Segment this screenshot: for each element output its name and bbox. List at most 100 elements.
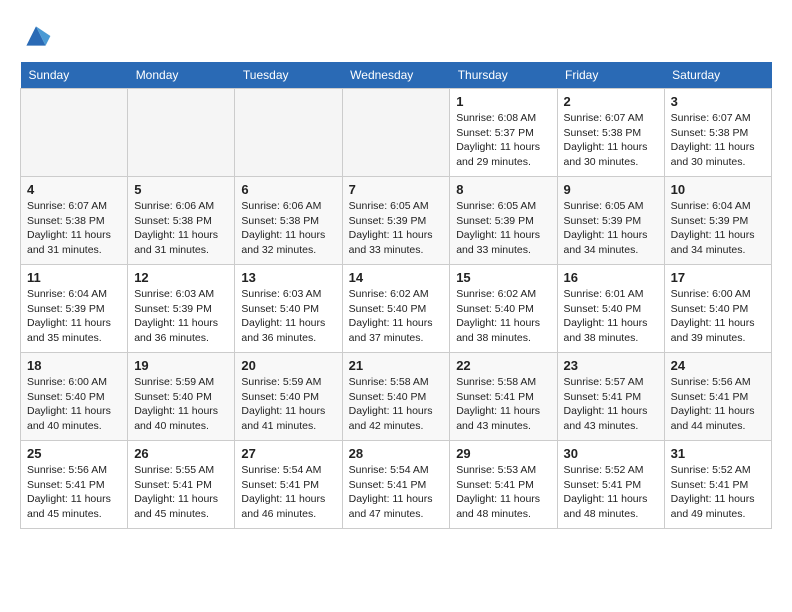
day-cell: 25 Sunrise: 5:56 AMSunset: 5:41 PMDayligh… xyxy=(21,441,128,529)
day-info: Sunrise: 5:52 AMSunset: 5:41 PMDaylight:… xyxy=(671,463,765,522)
day-cell: 26 Sunrise: 5:55 AMSunset: 5:41 PMDayligh… xyxy=(128,441,235,529)
day-info: Sunrise: 6:04 AMSunset: 5:39 PMDaylight:… xyxy=(671,199,765,258)
day-info: Sunrise: 6:00 AMSunset: 5:40 PMDaylight:… xyxy=(27,375,121,434)
day-cell: 11Sunrise: 6:04 AMSunset: 5:39 PMDayligh… xyxy=(21,265,128,353)
day-number: 18 xyxy=(27,358,121,373)
day-info: Sunrise: 6:03 AMSunset: 5:40 PMDaylight:… xyxy=(241,287,335,346)
day-info: Sunrise: 5:53 AMSunset: 5:41 PMDaylight:… xyxy=(456,463,550,522)
col-header-thursday: Thursday xyxy=(450,62,557,89)
day-cell: 8 Sunrise: 6:05 AMSunset: 5:39 PMDaylight… xyxy=(450,177,557,265)
day-number: 7 xyxy=(349,182,444,197)
day-info: Sunrise: 5:58 AMSunset: 5:40 PMDaylight:… xyxy=(349,375,444,434)
week-row-2: 4 Sunrise: 6:07 AMSunset: 5:38 PMDaylight… xyxy=(21,177,772,265)
day-number: 4 xyxy=(27,182,121,197)
day-info: Sunrise: 6:07 AMSunset: 5:38 PMDaylight:… xyxy=(564,111,658,170)
day-cell: 4 Sunrise: 6:07 AMSunset: 5:38 PMDaylight… xyxy=(21,177,128,265)
day-cell: 29 Sunrise: 5:53 AMSunset: 5:41 PMDayligh… xyxy=(450,441,557,529)
day-cell: 21 Sunrise: 5:58 AMSunset: 5:40 PMDayligh… xyxy=(342,353,450,441)
day-number: 3 xyxy=(671,94,765,109)
day-info: Sunrise: 5:57 AMSunset: 5:41 PMDaylight:… xyxy=(564,375,658,434)
week-row-1: 1 Sunrise: 6:08 AMSunset: 5:37 PMDaylight… xyxy=(21,89,772,177)
col-header-saturday: Saturday xyxy=(664,62,771,89)
day-number: 10 xyxy=(671,182,765,197)
day-info: Sunrise: 6:02 AMSunset: 5:40 PMDaylight:… xyxy=(456,287,550,346)
day-info: Sunrise: 6:08 AMSunset: 5:37 PMDaylight:… xyxy=(456,111,550,170)
day-number: 28 xyxy=(349,446,444,461)
day-number: 9 xyxy=(564,182,658,197)
day-info: Sunrise: 6:05 AMSunset: 5:39 PMDaylight:… xyxy=(564,199,658,258)
day-cell: 16 Sunrise: 6:01 AMSunset: 5:40 PMDayligh… xyxy=(557,265,664,353)
day-cell: 9 Sunrise: 6:05 AMSunset: 5:39 PMDaylight… xyxy=(557,177,664,265)
day-cell: 3 Sunrise: 6:07 AMSunset: 5:38 PMDaylight… xyxy=(664,89,771,177)
col-header-wednesday: Wednesday xyxy=(342,62,450,89)
day-number: 2 xyxy=(564,94,658,109)
day-number: 13 xyxy=(241,270,335,285)
day-number: 24 xyxy=(671,358,765,373)
day-cell: 23 Sunrise: 5:57 AMSunset: 5:41 PMDayligh… xyxy=(557,353,664,441)
day-info: Sunrise: 5:56 AMSunset: 5:41 PMDaylight:… xyxy=(671,375,765,434)
day-cell: 18 Sunrise: 6:00 AMSunset: 5:40 PMDayligh… xyxy=(21,353,128,441)
day-info: Sunrise: 6:06 AMSunset: 5:38 PMDaylight:… xyxy=(241,199,335,258)
day-cell: 15 Sunrise: 6:02 AMSunset: 5:40 PMDayligh… xyxy=(450,265,557,353)
day-number: 15 xyxy=(456,270,550,285)
day-info: Sunrise: 6:00 AMSunset: 5:40 PMDaylight:… xyxy=(671,287,765,346)
day-cell: 24 Sunrise: 5:56 AMSunset: 5:41 PMDayligh… xyxy=(664,353,771,441)
col-header-monday: Monday xyxy=(128,62,235,89)
col-header-sunday: Sunday xyxy=(21,62,128,89)
day-cell: 1 Sunrise: 6:08 AMSunset: 5:37 PMDaylight… xyxy=(450,89,557,177)
day-info: Sunrise: 5:58 AMSunset: 5:41 PMDaylight:… xyxy=(456,375,550,434)
day-number: 16 xyxy=(564,270,658,285)
day-number: 25 xyxy=(27,446,121,461)
day-cell: 12Sunrise: 6:03 AMSunset: 5:39 PMDayligh… xyxy=(128,265,235,353)
day-cell: 14 Sunrise: 6:02 AMSunset: 5:40 PMDayligh… xyxy=(342,265,450,353)
day-info: Sunrise: 6:07 AMSunset: 5:38 PMDaylight:… xyxy=(27,199,121,258)
day-cell: 31 Sunrise: 5:52 AMSunset: 5:41 PMDayligh… xyxy=(664,441,771,529)
logo xyxy=(20,20,58,52)
day-number: 6 xyxy=(241,182,335,197)
day-cell: 10 Sunrise: 6:04 AMSunset: 5:39 PMDayligh… xyxy=(664,177,771,265)
day-cell: 22 Sunrise: 5:58 AMSunset: 5:41 PMDayligh… xyxy=(450,353,557,441)
day-info: Sunrise: 5:52 AMSunset: 5:41 PMDaylight:… xyxy=(564,463,658,522)
day-info: Sunrise: 6:02 AMSunset: 5:40 PMDaylight:… xyxy=(349,287,444,346)
col-header-friday: Friday xyxy=(557,62,664,89)
day-cell xyxy=(342,89,450,177)
day-cell: 6 Sunrise: 6:06 AMSunset: 5:38 PMDaylight… xyxy=(235,177,342,265)
day-cell: 30 Sunrise: 5:52 AMSunset: 5:41 PMDayligh… xyxy=(557,441,664,529)
day-number: 31 xyxy=(671,446,765,461)
day-number: 22 xyxy=(456,358,550,373)
day-info: Sunrise: 5:59 AMSunset: 5:40 PMDaylight:… xyxy=(134,375,228,434)
day-number: 1 xyxy=(456,94,550,109)
day-number: 23 xyxy=(564,358,658,373)
day-number: 17 xyxy=(671,270,765,285)
day-cell: 7 Sunrise: 6:05 AMSunset: 5:39 PMDaylight… xyxy=(342,177,450,265)
day-info: Sunrise: 6:05 AMSunset: 5:39 PMDaylight:… xyxy=(456,199,550,258)
day-number: 8 xyxy=(456,182,550,197)
week-row-3: 11Sunrise: 6:04 AMSunset: 5:39 PMDayligh… xyxy=(21,265,772,353)
day-info: Sunrise: 5:54 AMSunset: 5:41 PMDaylight:… xyxy=(241,463,335,522)
day-info: Sunrise: 6:01 AMSunset: 5:40 PMDaylight:… xyxy=(564,287,658,346)
day-info: Sunrise: 6:05 AMSunset: 5:39 PMDaylight:… xyxy=(349,199,444,258)
day-number: 19 xyxy=(134,358,228,373)
page-header xyxy=(20,20,772,52)
day-cell: 28Sunrise: 5:54 AMSunset: 5:41 PMDayligh… xyxy=(342,441,450,529)
day-cell xyxy=(235,89,342,177)
day-cell xyxy=(21,89,128,177)
calendar-table: SundayMondayTuesdayWednesdayThursdayFrid… xyxy=(20,62,772,529)
week-row-4: 18 Sunrise: 6:00 AMSunset: 5:40 PMDayligh… xyxy=(21,353,772,441)
day-cell: 20Sunrise: 5:59 AMSunset: 5:40 PMDayligh… xyxy=(235,353,342,441)
day-number: 14 xyxy=(349,270,444,285)
day-info: Sunrise: 5:56 AMSunset: 5:41 PMDaylight:… xyxy=(27,463,121,522)
day-number: 30 xyxy=(564,446,658,461)
day-number: 27 xyxy=(241,446,335,461)
day-number: 26 xyxy=(134,446,228,461)
day-number: 12 xyxy=(134,270,228,285)
week-row-5: 25 Sunrise: 5:56 AMSunset: 5:41 PMDayligh… xyxy=(21,441,772,529)
day-info: Sunrise: 6:07 AMSunset: 5:38 PMDaylight:… xyxy=(671,111,765,170)
day-info: Sunrise: 6:04 AMSunset: 5:39 PMDaylight:… xyxy=(27,287,121,346)
day-cell: 2 Sunrise: 6:07 AMSunset: 5:38 PMDaylight… xyxy=(557,89,664,177)
day-number: 21 xyxy=(349,358,444,373)
day-number: 29 xyxy=(456,446,550,461)
day-cell: 27 Sunrise: 5:54 AMSunset: 5:41 PMDayligh… xyxy=(235,441,342,529)
day-info: Sunrise: 5:55 AMSunset: 5:41 PMDaylight:… xyxy=(134,463,228,522)
day-cell: 17 Sunrise: 6:00 AMSunset: 5:40 PMDayligh… xyxy=(664,265,771,353)
